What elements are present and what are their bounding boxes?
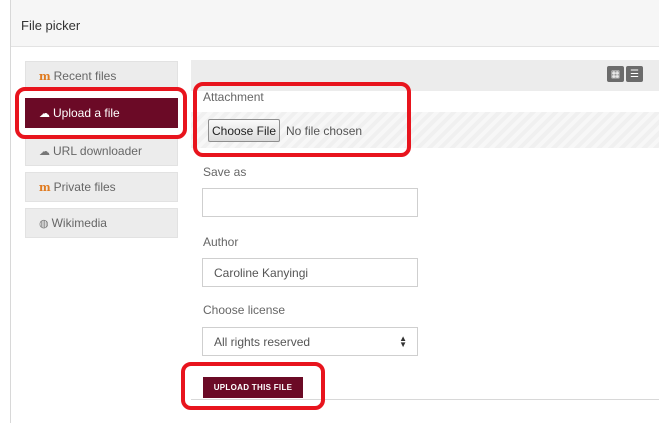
sidebar-item-label: Private files (53, 180, 116, 194)
dialog-title: File picker (21, 18, 81, 33)
author-label: Author (203, 235, 239, 249)
sidebar-item-wikimedia[interactable]: ◍ Wikimedia (25, 208, 178, 238)
highlight-upload-tab (15, 87, 187, 139)
license-select-value: All rights reserved (214, 334, 311, 349)
grid-view-icon[interactable]: ▦ (607, 66, 624, 82)
moodle-icon: m (39, 180, 51, 194)
url-download-icon: ☁ (39, 145, 50, 158)
author-input[interactable]: Caroline Kanyingi (202, 258, 418, 287)
license-select[interactable]: All rights reserved ▲ ▼ (202, 327, 418, 356)
moodle-icon: m (39, 69, 51, 83)
save-as-label: Save as (203, 165, 247, 179)
dialog-header: File picker (11, 0, 659, 47)
select-arrows-icon: ▲ ▼ (399, 334, 407, 349)
sidebar-item-label: Recent files (53, 69, 117, 83)
wikimedia-icon: ◍ (39, 217, 49, 230)
license-label: Choose license (203, 303, 286, 317)
list-view-icon[interactable]: ☰ (626, 66, 643, 82)
sidebar-item-private-files[interactable]: m Private files (25, 172, 178, 202)
sidebar-item-label: URL downloader (53, 144, 142, 158)
save-as-input[interactable] (202, 188, 418, 217)
highlight-attachment (193, 82, 411, 157)
highlight-upload-button (181, 362, 325, 410)
sidebar-item-url-downloader[interactable]: ☁ URL downloader (25, 136, 178, 166)
sidebar-item-label: Wikimedia (51, 216, 107, 230)
window-edge (10, 0, 11, 423)
